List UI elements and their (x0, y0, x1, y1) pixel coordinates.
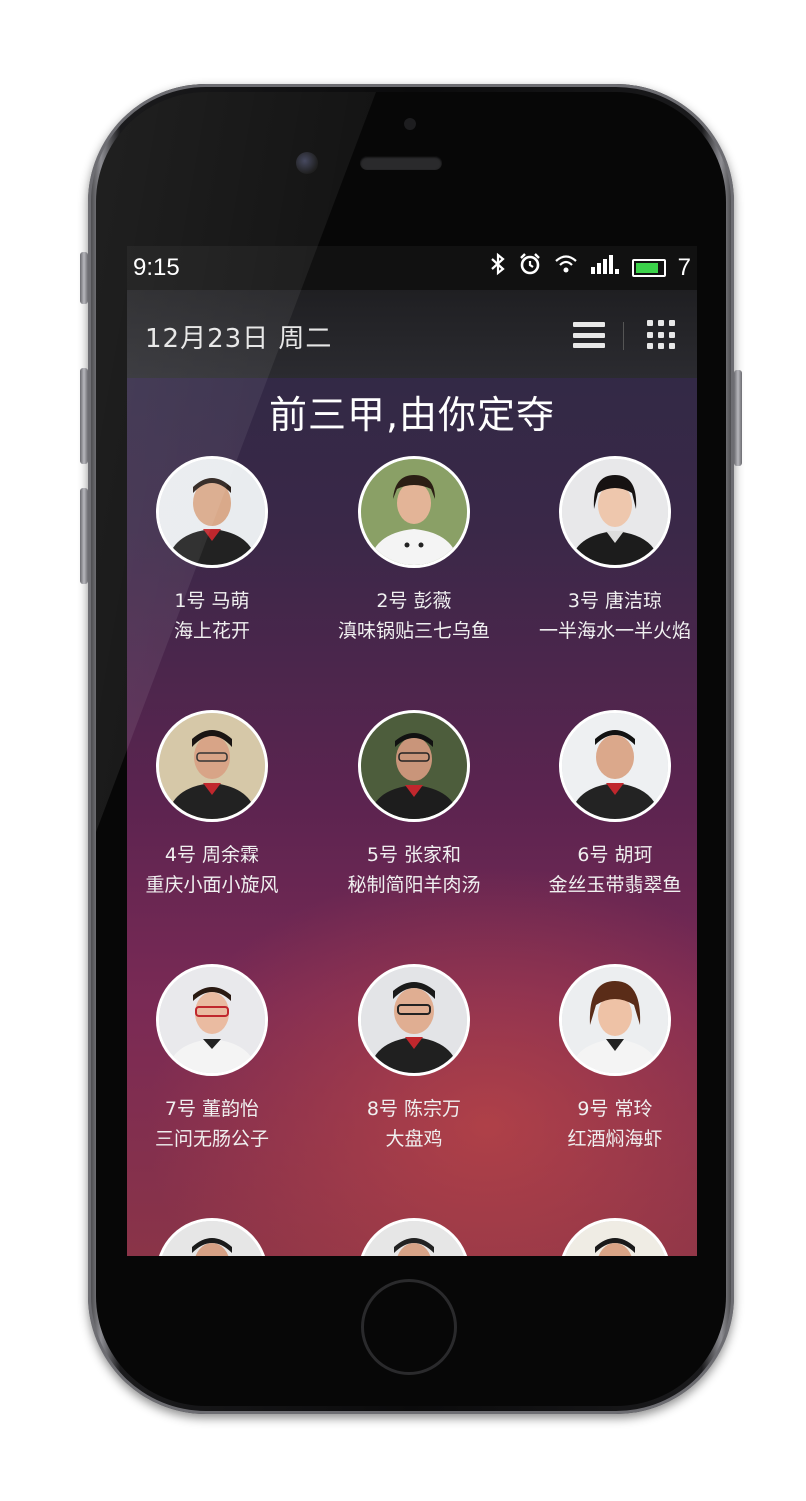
chef-dish: 重庆小面小旋风 (145, 874, 279, 896)
chef-avatar (559, 456, 671, 568)
status-bar: 9:15 7 (127, 246, 697, 290)
chef-name: 7号 董韵怡 (164, 1098, 260, 1120)
chef-card[interactable]: 6号 胡珂 金丝玉带翡翠鱼 (520, 710, 697, 900)
volume-up-button (80, 368, 88, 464)
page-headline: 前三甲,由你定夺 (268, 393, 556, 437)
chef-dish: 秘制简阳羊肉汤 (347, 874, 481, 896)
chef-avatar (559, 964, 671, 1076)
chef-avatar (156, 710, 268, 822)
earpiece-speaker (360, 156, 442, 170)
chef-avatar (358, 456, 470, 568)
chef-avatar (156, 964, 268, 1076)
chef-name: 3号 唐洁琼 (567, 590, 663, 612)
chef-card-partial[interactable] (127, 1218, 307, 1256)
chef-avatar (559, 1218, 671, 1256)
chef-dish: 一半海水一半火焰 (538, 620, 691, 642)
chef-name: 1号 马萌 (174, 590, 250, 612)
chef-name: 9号 常玲 (577, 1098, 653, 1120)
proximity-sensor (404, 118, 416, 130)
power-button (734, 370, 742, 466)
chef-card[interactable]: 3号 唐洁琼 一半海水一半火焰 (520, 456, 697, 646)
chef-dish: 海上花开 (173, 620, 250, 642)
toolbar-divider (623, 322, 624, 350)
bluetooth-icon (490, 252, 506, 283)
chef-name: 8号 陈宗万 (366, 1098, 462, 1120)
chef-dish: 三问无肠公子 (154, 1128, 269, 1150)
chef-card[interactable]: 1号 马萌 海上花开 (127, 456, 307, 646)
signal-icon (590, 253, 620, 282)
chef-dish: 金丝玉带翡翠鱼 (548, 874, 682, 896)
chef-avatar (559, 710, 671, 822)
status-icons: 7 (490, 252, 691, 283)
list-menu-icon[interactable] (573, 322, 605, 348)
chef-name: 5号 张家和 (366, 844, 462, 866)
volume-down-button (80, 488, 88, 584)
chef-name: 4号 周余霖 (164, 844, 260, 866)
grid-apps-icon[interactable] (647, 320, 677, 350)
chef-card[interactable]: 7号 董韵怡 三问无肠公子 (127, 964, 307, 1154)
chef-avatar (358, 964, 470, 1076)
chef-avatar (156, 1218, 268, 1256)
chef-card[interactable]: 8号 陈宗万 大盘鸡 (319, 964, 509, 1154)
wifi-icon (554, 253, 578, 282)
chef-dish: 滇味锅贴三七乌鱼 (337, 620, 490, 642)
chef-avatar (358, 710, 470, 822)
chef-card[interactable]: 5号 张家和 秘制简阳羊肉汤 (319, 710, 509, 900)
top-bar: 12月23日 周二 (127, 290, 697, 378)
date-label: 12月23日 周二 (145, 324, 333, 354)
status-time: 9:15 (133, 254, 180, 281)
phone-screen: 9:15 7 12月23日 周二 前三甲,由你定夺 1号 马萌 海上花开 2号 … (127, 246, 697, 1256)
chef-card-partial[interactable] (319, 1218, 509, 1256)
chef-name: 6号 胡珂 (577, 844, 653, 866)
alarm-icon (518, 252, 542, 283)
battery-icon (631, 258, 666, 277)
home-button[interactable] (361, 1279, 457, 1375)
chef-card[interactable]: 4号 周余霖 重庆小面小旋风 (127, 710, 307, 900)
battery-level: 7 (677, 253, 691, 281)
chef-name: 2号 彭薇 (376, 590, 452, 612)
chef-dish: 大盘鸡 (385, 1128, 443, 1150)
chef-avatar (156, 456, 268, 568)
chef-avatar (358, 1218, 470, 1256)
front-camera (296, 152, 318, 174)
ringer-switch (80, 252, 88, 304)
chef-card-partial[interactable] (520, 1218, 697, 1256)
chef-card[interactable]: 2号 彭薇 滇味锅贴三七乌鱼 (319, 456, 509, 646)
chef-card[interactable]: 9号 常玲 红酒焖海虾 (520, 964, 697, 1154)
chef-dish: 红酒焖海虾 (567, 1128, 663, 1150)
